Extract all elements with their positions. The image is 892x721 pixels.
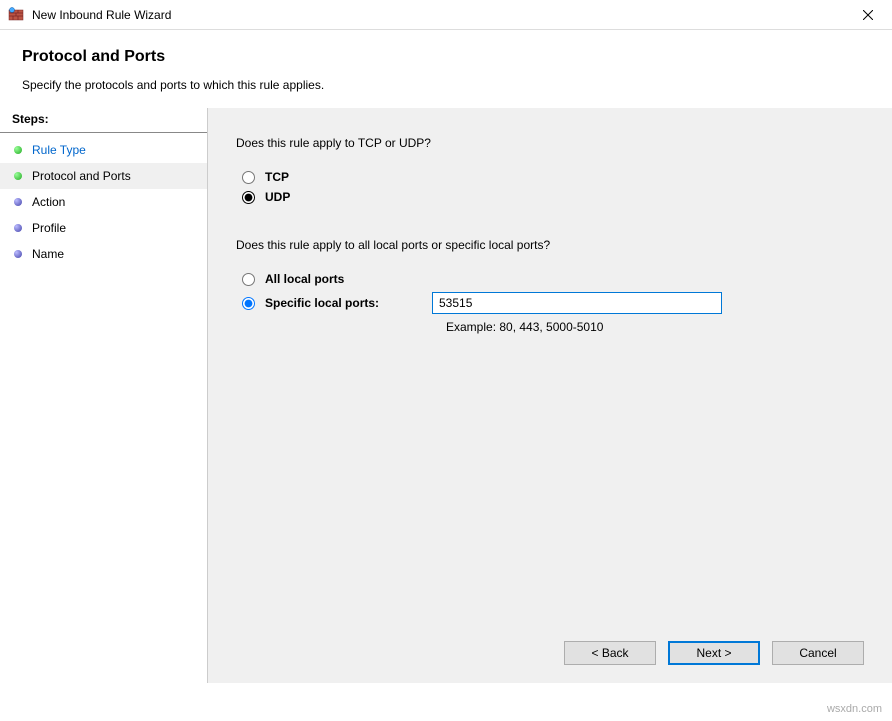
bullet-icon (14, 172, 22, 180)
ports-example-text: Example: 80, 443, 5000-5010 (446, 320, 864, 334)
step-label: Protocol and Ports (32, 169, 131, 183)
back-button[interactable]: < Back (564, 641, 656, 665)
titlebar: New Inbound Rule Wizard (0, 0, 892, 30)
radio-udp-row[interactable]: UDP (242, 190, 864, 204)
bullet-icon (14, 224, 22, 232)
step-profile[interactable]: Profile (0, 215, 207, 241)
bullet-icon (14, 146, 22, 154)
wizard-header: Protocol and Ports Specify the protocols… (0, 30, 892, 100)
radio-udp[interactable] (242, 191, 255, 204)
wizard-content: Does this rule apply to TCP or UDP? TCP … (208, 108, 892, 683)
close-icon (863, 10, 873, 20)
radio-specific-ports-row: Specific local ports: (242, 292, 864, 314)
steps-sidebar: Steps: Rule Type Protocol and Ports Acti… (0, 108, 208, 683)
step-label: Profile (32, 221, 66, 235)
window-title: New Inbound Rule Wizard (32, 8, 845, 22)
radio-tcp[interactable] (242, 171, 255, 184)
step-link-label[interactable]: Rule Type (32, 143, 86, 157)
ports-question: Does this rule apply to all local ports … (236, 238, 864, 252)
specific-ports-input[interactable] (432, 292, 722, 314)
step-label: Name (32, 247, 64, 261)
step-protocol-and-ports[interactable]: Protocol and Ports (0, 163, 207, 189)
cancel-button[interactable]: Cancel (772, 641, 864, 665)
firewall-icon (8, 7, 24, 23)
bullet-icon (14, 250, 22, 258)
step-action[interactable]: Action (0, 189, 207, 215)
radio-specific-ports[interactable] (242, 297, 255, 310)
radio-tcp-label[interactable]: TCP (265, 170, 289, 184)
steps-heading: Steps: (0, 108, 207, 133)
radio-all-ports-label[interactable]: All local ports (265, 272, 344, 286)
step-name[interactable]: Name (0, 241, 207, 267)
bullet-icon (14, 198, 22, 206)
watermark-text: wsxdn.com (827, 703, 882, 715)
close-button[interactable] (845, 1, 890, 29)
next-button[interactable]: Next > (668, 641, 760, 665)
protocol-question: Does this rule apply to TCP or UDP? (236, 136, 864, 150)
radio-all-ports-row[interactable]: All local ports (242, 272, 864, 286)
step-rule-type[interactable]: Rule Type (0, 137, 207, 163)
page-subtitle: Specify the protocols and ports to which… (22, 78, 870, 92)
page-title: Protocol and Ports (22, 48, 870, 66)
radio-tcp-row[interactable]: TCP (242, 170, 864, 184)
wizard-buttons: < Back Next > Cancel (236, 631, 864, 669)
radio-udp-label[interactable]: UDP (265, 190, 290, 204)
radio-specific-ports-label[interactable]: Specific local ports: (265, 296, 379, 310)
step-label: Action (32, 195, 65, 209)
radio-all-ports[interactable] (242, 273, 255, 286)
